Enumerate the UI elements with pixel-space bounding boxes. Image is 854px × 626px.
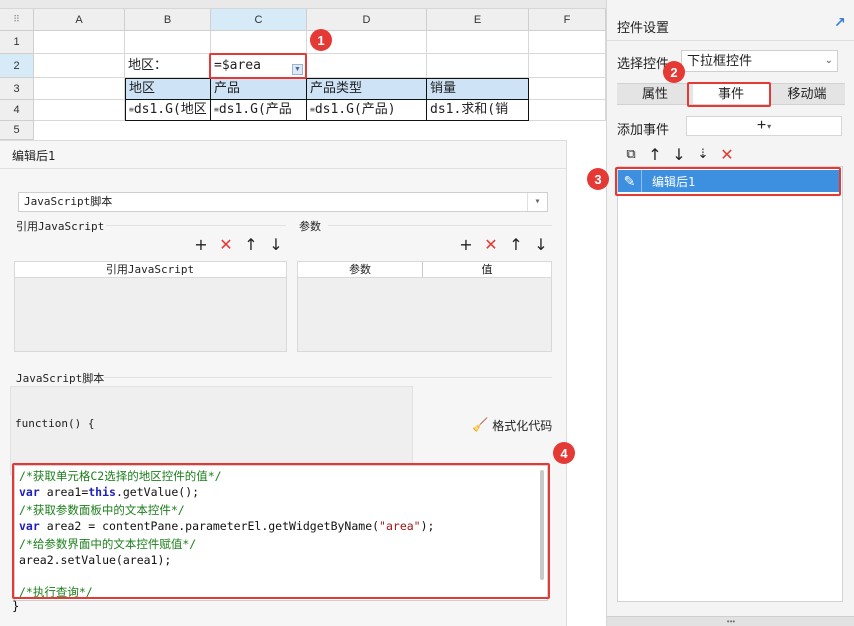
step-badge-2: 2 [663,61,685,83]
tab-properties[interactable]: 属性 [617,84,693,104]
cell-f4[interactable] [529,100,606,121]
caret-down-icon: ▾ [767,121,772,131]
highlight-box-code [12,463,550,599]
script-type-value: JavaScript脚本 [24,195,113,208]
cell-e2[interactable] [427,54,529,78]
header-cell-product-type[interactable]: 产品类型 [307,78,427,100]
event-toolbar: ⧉ ↑ ↓ ⇣ ✕ [617,144,843,166]
move-down-icon[interactable]: ↓ [268,237,284,253]
move-up-icon[interactable]: ↑ [647,147,663,163]
param-section-label: 参数 [299,220,321,233]
param-table-header: 参数 值 [297,261,552,278]
cell-e1[interactable] [427,31,529,54]
widget-type-select[interactable]: 下拉框控件 ⌄ [681,50,838,72]
script-type-select[interactable]: JavaScript脚本 ▾ [18,192,548,212]
param-list[interactable] [297,278,552,352]
header-cell-sales[interactable]: 销量 [427,78,529,100]
data-cell-text: ds1.G(地区 [133,102,207,117]
cell-a4[interactable] [34,100,125,121]
event-list [617,166,843,602]
ref-js-table-header: 引用JavaScript [14,261,287,278]
add-event-button[interactable]: + ▾ [686,116,842,136]
add-icon[interactable]: + [193,237,209,253]
header-cell-region[interactable]: 地区 [125,78,211,100]
add-event-label: 添加事件 [617,122,670,137]
highlight-box-event-item [615,167,841,196]
highlight-box-c2 [209,53,307,79]
cell-c1[interactable] [211,31,307,54]
divider [328,225,552,226]
data-cell-region[interactable]: ≡ds1.G(地区 [125,100,211,121]
tab-mobile[interactable]: 移动端 [769,84,845,104]
cell-a1[interactable] [34,31,125,54]
move-down-icon[interactable]: ↓ [533,237,549,253]
select-widget-label: 选择控件 [617,56,670,71]
row-header-4[interactable]: 4 [0,100,34,121]
function-header-area [10,386,413,475]
column-header-f[interactable]: F [529,9,606,31]
row-header-2[interactable]: 2 [0,54,34,78]
panel-resize-handle[interactable]: ••• [607,616,854,626]
cell-f2[interactable] [529,54,606,78]
column-header-c[interactable]: C [211,9,307,31]
cell-d2[interactable] [307,54,427,78]
step-badge-3: 3 [587,168,609,190]
move-up-icon[interactable]: ↑ [508,237,524,253]
add-icon[interactable]: + [458,237,474,253]
cell-b1[interactable] [125,31,211,54]
ref-js-list[interactable] [14,278,287,352]
chevron-down-icon: ⌄ [824,55,833,66]
expand-icon[interactable]: ↗ [834,14,846,31]
data-cell-text: ds1.G(产品 [218,102,292,117]
sheet-top-bar [0,0,606,9]
data-cell-sales[interactable]: ds1.求和(销 [427,100,529,121]
cell-f3[interactable] [529,78,606,100]
cell-f1[interactable] [529,31,606,54]
chevron-down-icon: ▾ [527,193,547,211]
delete-icon[interactable]: ✕ [719,147,735,163]
data-cell-product-type[interactable]: ≡ds1.G(产品) [307,100,427,121]
data-cell-text: ds1.G(产品) [314,102,396,117]
divider [607,40,854,41]
cell-a2[interactable] [34,54,125,78]
select-all-corner[interactable]: ⠿ [0,9,34,31]
divider [106,225,286,226]
move-up-icon[interactable]: ↑ [243,237,259,253]
widget-type-value: 下拉框控件 [687,53,753,68]
column-header-d[interactable]: D [307,9,427,31]
step-badge-4: 4 [553,442,575,464]
delete-icon[interactable]: ✕ [218,237,234,253]
format-code-button[interactable]: 🧹 格式化代码 [472,417,552,434]
js-script-section-label: JavaScript脚本 [16,372,105,385]
row-header-3[interactable]: 3 [0,78,34,100]
ref-js-section-label: 引用JavaScript [16,220,105,233]
row-header-1[interactable]: 1 [0,31,34,54]
column-header-e[interactable]: E [427,9,529,31]
delete-icon[interactable]: ✕ [483,237,499,253]
column-header-a[interactable]: A [34,9,125,31]
divider [104,377,552,378]
function-closing-brace: } [12,599,20,613]
highlight-box-events-tab [687,82,771,107]
value-column: 值 [481,263,493,276]
move-down-icon[interactable]: ↓ [671,147,687,163]
param-column: 参数 [298,262,423,277]
editor-title: 编辑后1 [12,149,56,163]
cell-a3[interactable] [34,78,125,100]
plus-icon: + [756,117,767,134]
function-signature: function() { [15,417,95,430]
copy-icon[interactable]: ⧉ [623,147,639,163]
header-cell-product[interactable]: 产品 [211,78,307,100]
format-code-label: 格式化代码 [492,419,553,433]
ref-js-column: 引用JavaScript [105,263,195,276]
move-to-bottom-icon[interactable]: ⇣ [695,147,711,163]
data-cell-product[interactable]: ≡ds1.G(产品 [211,100,307,121]
step-badge-1: 1 [310,29,332,51]
divider [0,168,567,169]
column-header-b[interactable]: B [125,9,211,31]
cell-b2-area-label[interactable]: 地区： [125,54,211,78]
row-header-5[interactable]: 5 [0,121,34,140]
settings-title: 控件设置 [617,20,670,35]
broom-icon: 🧹 [472,418,489,433]
